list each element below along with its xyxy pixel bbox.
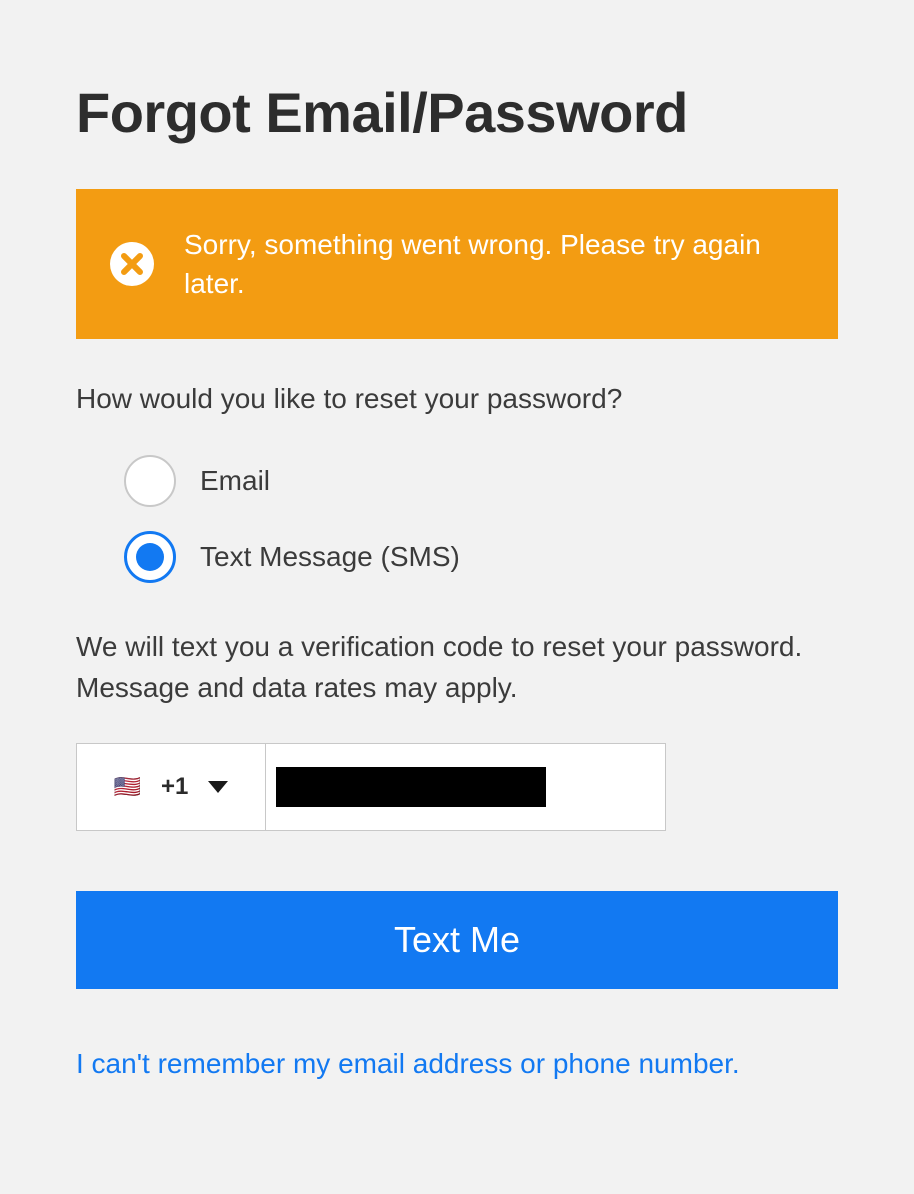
error-message: Sorry, something went wrong. Please try … (184, 225, 798, 303)
dial-code: +1 (161, 773, 188, 801)
page-title: Forgot Email/Password (76, 80, 838, 145)
radio-sms-indicator (124, 531, 176, 583)
phone-redacted-value (276, 767, 546, 807)
text-me-button[interactable]: Text Me (76, 891, 838, 989)
chevron-down-icon (208, 781, 228, 793)
phone-number-input[interactable] (266, 743, 666, 831)
phone-input-row: 🇺🇸 +1 (76, 743, 666, 831)
country-code-select[interactable]: 🇺🇸 +1 (76, 743, 266, 831)
error-icon (110, 242, 154, 286)
radio-dot-icon (136, 543, 164, 571)
error-alert: Sorry, something went wrong. Please try … (76, 189, 838, 339)
radio-email-label: Email (200, 465, 270, 497)
reset-method-group: Email Text Message (SMS) (124, 455, 838, 583)
radio-email-indicator (124, 455, 176, 507)
flag-icon: 🇺🇸 (114, 776, 141, 798)
sms-info-text: We will text you a verification code to … (76, 627, 838, 708)
cant-remember-link[interactable]: I can't remember my email address or pho… (76, 1043, 838, 1085)
reset-prompt: How would you like to reset your passwor… (76, 383, 838, 415)
radio-sms-label: Text Message (SMS) (200, 541, 460, 573)
forgot-password-panel: Forgot Email/Password Sorry, something w… (0, 0, 914, 1125)
radio-sms[interactable]: Text Message (SMS) (124, 531, 838, 583)
radio-email[interactable]: Email (124, 455, 838, 507)
